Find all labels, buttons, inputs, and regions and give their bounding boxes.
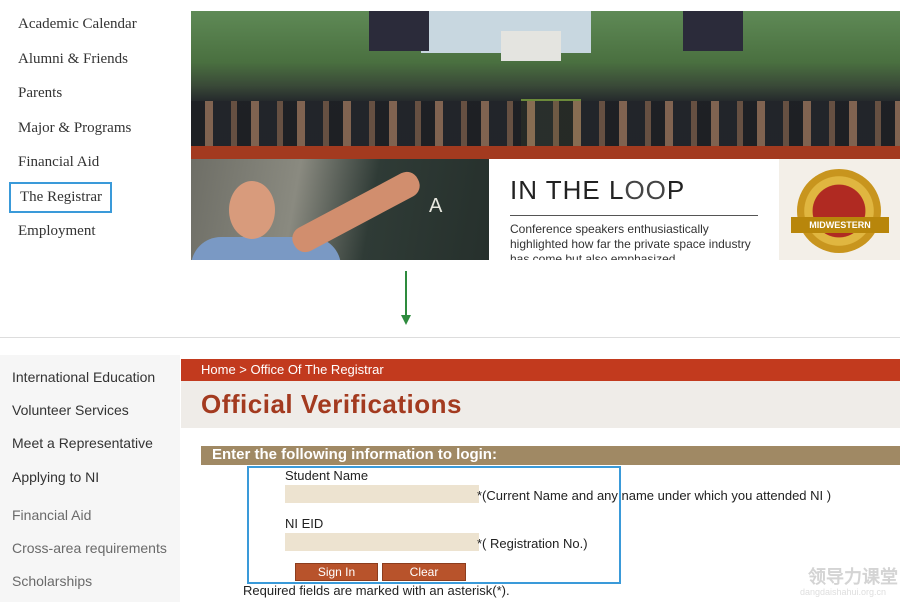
sidebar-item-applying-to-ni[interactable]: Applying to NI: [12, 469, 99, 485]
login-form-header: Enter the following information to login…: [201, 446, 900, 465]
login-form-heading: Enter the following information to login…: [212, 446, 497, 463]
page-title: Official Verifications: [201, 389, 462, 419]
flag-banner-left: [369, 11, 429, 51]
banner: A IN THE LOOP Conference speakers enthus…: [191, 11, 900, 260]
sidebar-item-cross-area-requirements[interactable]: Cross-area requirements: [12, 540, 167, 556]
breadcrumb[interactable]: Home > Office Of The Registrar: [201, 362, 384, 377]
graduation-photo: [191, 11, 900, 146]
watermark: 领导力课堂: [808, 567, 898, 587]
top-sidebar-item-alumni-friends[interactable]: Alumni & Friends: [18, 51, 128, 68]
princeton-review-badge: MIDWESTERN: [779, 159, 900, 260]
top-sidebar-item-the-registrar[interactable]: The Registrar: [9, 182, 113, 213]
award-seal-icon: [797, 169, 881, 253]
in-the-loop-text: Conference speakers enthusiastically hig…: [510, 222, 751, 260]
breadcrumb-bar: Home > Office Of The Registrar: [181, 359, 900, 381]
in-the-loop-panel[interactable]: IN THE LOOP Conference speakers enthusia…: [496, 159, 776, 260]
down-arrow-icon: [405, 271, 407, 317]
top-sidebar: Academic Calendar Alumni & Friends Paren…: [0, 0, 180, 260]
flag-banner-right: [683, 11, 743, 51]
sidebar-item-scholarships[interactable]: Scholarships: [12, 573, 92, 589]
chalk-writing: A: [429, 195, 443, 217]
in-the-loop-title: IN THE LOOP: [510, 175, 686, 205]
sidebar-item-volunteer-services[interactable]: Volunteer Services: [12, 402, 129, 418]
sidebar-item-meet-representative[interactable]: Meet a Representative: [12, 435, 153, 451]
watermark-sub: dangdaishahui.org.cn: [800, 587, 887, 597]
badge-ribbon: MIDWESTERN: [791, 217, 889, 233]
lower-sidebar: International Education Volunteer Servic…: [0, 355, 180, 602]
divider: [0, 337, 900, 338]
top-sidebar-item-parents[interactable]: Parents: [18, 85, 62, 102]
arrow-head: [401, 315, 411, 325]
login-highlight-box: [247, 466, 621, 584]
graduates-crowd: [191, 101, 900, 146]
top-sidebar-item-academic-calendar[interactable]: Academic Calendar: [18, 16, 137, 33]
sidebar-item-international-education[interactable]: International Education: [12, 369, 155, 385]
sidebar-item-financial-aid[interactable]: Financial Aid: [12, 507, 91, 523]
banner-divider: [191, 146, 900, 159]
title-band: Official Verifications: [181, 381, 900, 428]
teacher-photo: A: [191, 159, 489, 260]
top-sidebar-item-financial-aid[interactable]: Financial Aid: [18, 154, 99, 171]
top-sidebar-item-employment[interactable]: Employment: [18, 223, 96, 240]
required-fields-note: Required fields are marked with an aster…: [243, 583, 510, 598]
top-sidebar-item-major-programs[interactable]: Major & Programs: [18, 120, 131, 137]
